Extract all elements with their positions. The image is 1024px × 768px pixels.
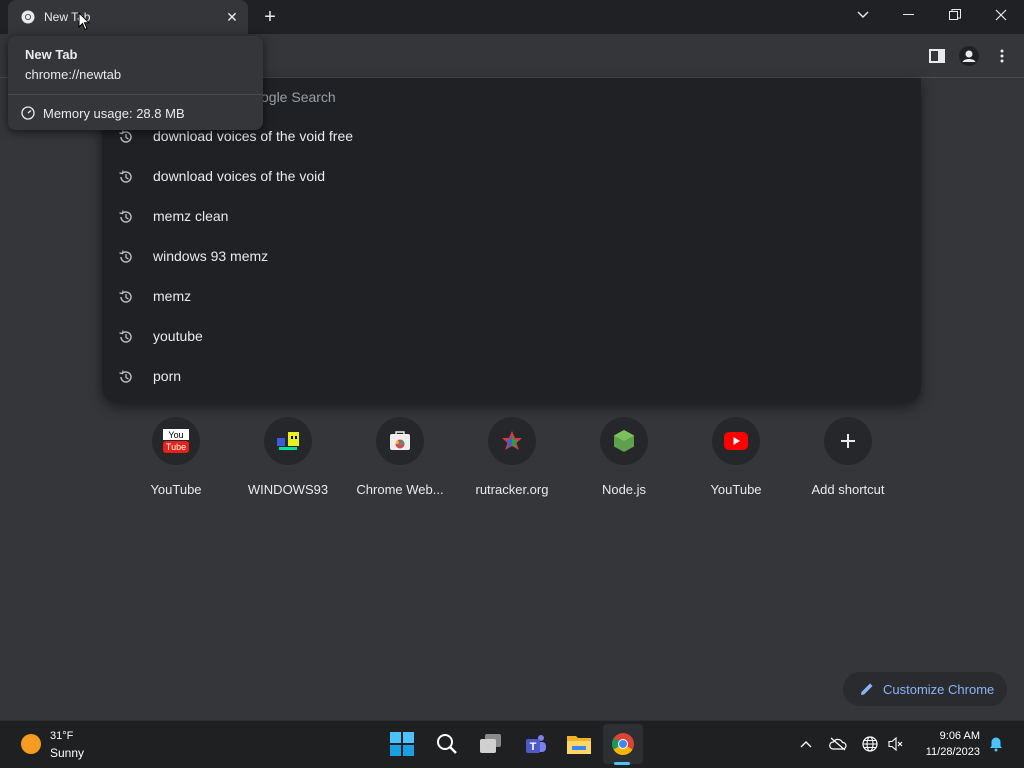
network-globe-icon[interactable] [861,735,879,753]
youtube-icon [712,417,760,465]
search-button[interactable] [431,728,463,760]
show-hidden-icons-button[interactable] [797,735,815,753]
shortcut-tile[interactable]: rutracker.org [456,417,568,507]
history-icon [118,169,134,185]
plus-icon [824,417,872,465]
shortcut-label: YouTube [150,482,202,497]
file-explorer-button[interactable] [563,728,595,760]
search-icon [437,734,457,754]
omnibox-placeholder[interactable]: ogle Search [261,89,336,105]
history-icon [118,249,134,265]
suggestion-text: memz clean [153,208,229,224]
suggestion-item[interactable]: windows 93 memz [102,237,921,277]
shortcut-label: rutracker.org [475,482,549,497]
suggestion-item[interactable]: download voices of the void [102,157,921,197]
tab-new-tab[interactable]: New Tab ✕ [8,0,248,34]
mouse-cursor-icon [78,12,90,31]
weather-temperature[interactable]: 31°F [50,730,73,742]
profile-icon[interactable] [958,45,980,67]
chrome-icon [612,733,634,755]
history-icon [118,129,134,145]
suggestion-item[interactable]: porn [102,357,921,397]
menu-icon[interactable] [991,45,1013,67]
folder-icon [567,736,591,754]
suggestion-text: youtube [153,328,203,344]
chrome-web-store-icon [376,417,424,465]
shortcut-tile[interactable]: YouTube [680,417,792,507]
shortcut-label: Add shortcut [811,482,885,497]
clock-date[interactable]: 11/28/2023 [912,746,980,758]
task-view-icon [480,734,501,753]
shortcut-tile[interactable]: Chrome Web... [344,417,456,507]
teams-icon: T [526,735,546,753]
history-icon [118,329,134,345]
weather-sun-icon[interactable] [21,734,41,754]
memory-gauge-icon [21,106,35,120]
side-panel-icon[interactable] [926,45,948,67]
svg-text:Tube: Tube [166,442,186,452]
shortcut-label: WINDOWS93 [247,482,329,497]
suggestion-text: download voices of the void free [153,128,354,144]
suggestion-item[interactable]: youtube [102,317,921,357]
history-icon [118,289,134,305]
pencil-icon [859,681,875,697]
memory-usage-text: Memory usage: 28.8 MB [43,106,185,121]
suggestion-item[interactable]: memz [102,277,921,317]
history-icon [118,209,134,225]
shortcut-tile[interactable]: WINDOWS93 [232,417,344,507]
suggestion-text: porn [153,368,182,384]
customize-chrome-button[interactable]: Customize Chrome [843,672,1007,706]
shortcut-tile[interactable]: Node.js [568,417,680,507]
rutracker-icon [488,417,536,465]
svg-text:You: You [168,430,183,440]
suggestion-text: download voices of the void [153,168,325,184]
tab-search-button[interactable] [840,0,886,30]
chrome-icon [21,10,35,24]
onedrive-icon[interactable] [829,735,847,753]
youtube-old-logo-icon: You Tube [152,417,200,465]
hover-card-title: New Tab [25,47,78,62]
add-shortcut-button[interactable]: Add shortcut [792,417,904,507]
chrome-taskbar-button[interactable] [607,728,639,760]
clock-time[interactable]: 9:06 AM [920,730,980,742]
chevron-up-icon [800,741,812,748]
suggestion-text: memz [153,288,192,304]
volume-muted-icon[interactable] [887,735,905,753]
close-tab-icon[interactable]: ✕ [224,9,240,25]
teams-button[interactable]: T [519,728,551,760]
suggestion-text: windows 93 memz [153,248,269,264]
task-view-button[interactable] [475,728,507,760]
svg-text:T: T [530,741,537,753]
shortcut-label: Chrome Web... [356,482,444,497]
close-window-button[interactable] [978,0,1024,30]
shortcut-label: Node.js [601,482,647,497]
tab-hover-card: New Tab chrome://newtab Memory usage: 28… [8,36,263,130]
weather-description[interactable]: Sunny [50,746,84,760]
restore-button[interactable] [932,0,978,30]
nodejs-icon [600,417,648,465]
windows-logo-icon [390,732,414,756]
divider [8,94,263,95]
shortcut-label: YouTube [710,482,762,497]
start-button[interactable] [386,728,418,760]
suggestion-item[interactable]: memz clean [102,197,921,237]
minimize-button[interactable] [886,0,932,30]
hover-card-url: chrome://newtab [25,67,122,82]
windows93-icon [264,417,312,465]
shortcut-tile[interactable]: You Tube YouTube [120,417,232,507]
new-tab-button[interactable]: + [260,7,280,27]
customize-label: Customize Chrome [883,682,995,697]
active-app-indicator [614,762,630,765]
notification-bell-icon[interactable] [987,735,1005,753]
history-icon [118,369,134,385]
